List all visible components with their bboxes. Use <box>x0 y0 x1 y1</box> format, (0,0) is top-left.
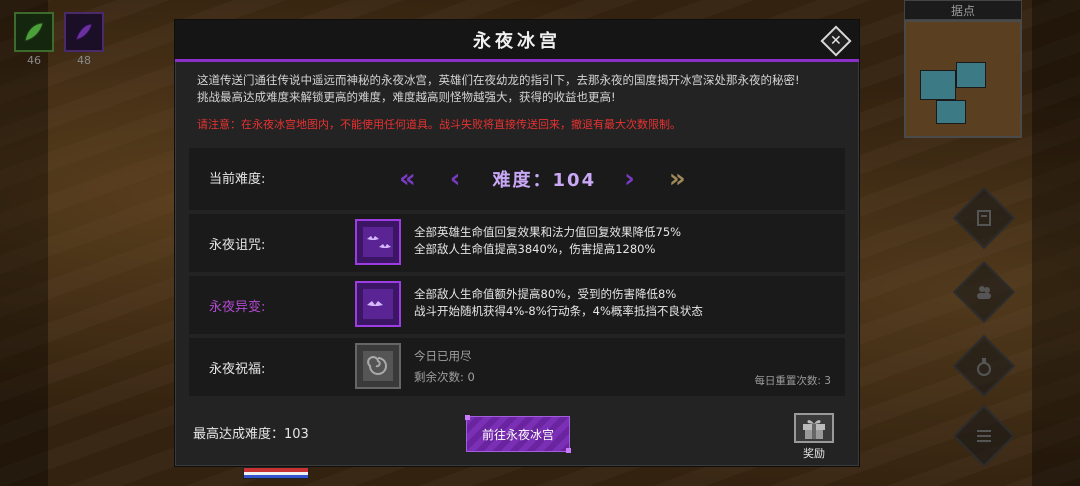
enter-palace-button[interactable]: 前往永夜冰宫 <box>465 415 571 453</box>
reward-button[interactable]: 奖励 <box>791 413 837 461</box>
minimap[interactable] <box>904 20 1022 138</box>
blessing-label: 永夜祝福: <box>209 362 266 377</box>
list-menu-icon <box>977 430 991 442</box>
dialog-description: 这道传送门通往传说中遥远而神秘的永夜冰宫，英雄们在夜幼龙的指引下，去那永夜的国度… <box>175 62 859 106</box>
eternal-night-palace-dialog: 永夜冰宫 ✕ 这道传送门通往传说中遥远而神秘的永夜冰宫，英雄们在夜幼龙的指引下，… <box>174 19 860 467</box>
difficulty-label: 当前难度: <box>209 172 266 187</box>
swirl-icon <box>363 351 393 381</box>
curse-line: 全部英雄生命值回复效果和法力值回复效果降低75% <box>414 225 682 239</box>
blessing-panel: 永夜祝福: 今日已用尽 剩余次数: 0 每日重置次数: 3 <box>189 338 845 396</box>
difficulty-value: 难度：104 <box>492 170 597 191</box>
minimap-room <box>920 70 956 100</box>
skill-slot-2[interactable] <box>64 12 104 52</box>
skill-slot-1[interactable] <box>14 12 54 52</box>
best-difficulty-text: 最高达成难度：103 <box>193 427 309 442</box>
blessing-status: 今日已用尽 <box>414 349 472 363</box>
party-icon <box>977 286 991 299</box>
last-difficulty-arrow[interactable]: » <box>669 166 686 192</box>
dialog-header: 永夜冰宫 <box>175 20 859 62</box>
potion-icon <box>977 358 991 376</box>
daily-reset-count: 每日重置次数: 3 <box>754 375 831 387</box>
close-button[interactable]: ✕ <box>819 24 853 58</box>
reward-label: 奖励 <box>803 447 825 460</box>
curse-line: 全部敌人生命值提高3840%，伤害提高1280% <box>414 242 656 256</box>
curse-label: 永夜诅咒: <box>209 238 266 253</box>
skill-slot-1-count: 46 <box>27 54 41 67</box>
mutation-line: 战斗开始随机获得4%-8%行动条，4%概率抵挡不良状态 <box>414 304 703 318</box>
curse-icon[interactable] <box>355 219 401 265</box>
bat-moon-icon <box>363 227 393 257</box>
blessing-remaining: 剩余次数: 0 <box>414 370 475 384</box>
dialog-title: 永夜冰宫 <box>473 30 561 52</box>
skill-slot-2-count: 48 <box>77 54 91 67</box>
close-icon: ✕ <box>830 32 842 49</box>
minimap-title: 据点 <box>904 0 1022 20</box>
mutation-label: 永夜异变: <box>209 300 266 315</box>
prev-difficulty-arrow[interactable]: ‹ <box>450 166 461 192</box>
minimap-room <box>936 100 966 124</box>
curse-panel: 永夜诅咒: 全部英雄生命值回复效果和法力值回复效果降低75% 全部敌人生命值提高… <box>189 214 845 272</box>
mutation-panel: 永夜异变: 全部敌人生命值额外提高80%，受到的伤害降低8% 战斗开始随机获得4… <box>189 276 845 334</box>
description-line: 这道传送门通往传说中遥远而神秘的永夜冰宫，英雄们在夜幼龙的指引下，去那永夜的国度… <box>197 73 800 87</box>
description-line: 挑战最高达成难度来解锁更高的难度，难度越高则怪物越强大，获得的收益也更高! <box>197 90 616 104</box>
right-shadow <box>1032 0 1080 486</box>
quest-scroll-icon <box>977 210 991 226</box>
green-leaf-icon <box>24 22 44 42</box>
purple-feather-icon <box>75 23 93 41</box>
first-difficulty-arrow[interactable]: « <box>399 166 416 192</box>
blessing-icon[interactable] <box>355 343 401 389</box>
bat-moon-icon <box>363 289 393 319</box>
warning-text: 请注意：在永夜冰宫地图内，不能使用任何道具。战斗失败将直接传送回来，撤退有最大次… <box>197 118 681 131</box>
hero-health-bar <box>243 467 309 479</box>
difficulty-panel: 当前难度: « ‹ 难度：104 › » <box>189 148 845 210</box>
gift-icon <box>803 420 825 439</box>
enter-palace-label: 前往永夜冰宫 <box>481 427 554 442</box>
next-difficulty-arrow[interactable]: › <box>624 166 635 192</box>
mutation-line: 全部敌人生命值额外提高80%，受到的伤害降低8% <box>414 287 677 301</box>
minimap-room <box>956 62 986 88</box>
left-shadow <box>0 0 48 486</box>
mutation-icon[interactable] <box>355 281 401 327</box>
